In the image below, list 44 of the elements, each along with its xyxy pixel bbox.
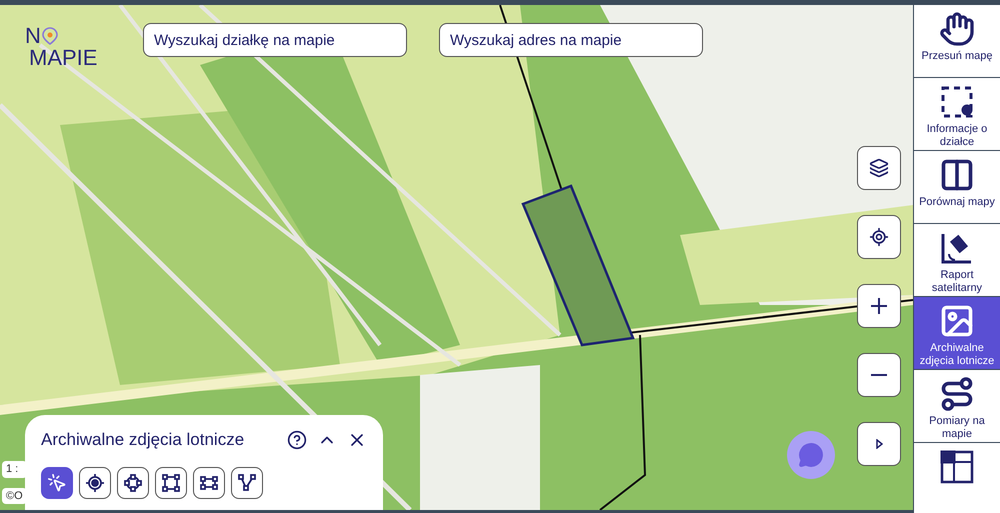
sidebar-tool[interactable]: Pomiary na mapie xyxy=(914,370,1000,442)
logo-text: N xyxy=(25,25,41,47)
tool-button[interactable] xyxy=(193,466,225,498)
circle-nodes-icon xyxy=(123,472,143,492)
expand-button[interactable] xyxy=(857,422,901,466)
polyline-icon xyxy=(237,472,257,492)
target-icon xyxy=(85,472,105,492)
compare-columns-icon xyxy=(939,157,975,193)
image-stack-icon xyxy=(939,303,975,339)
sidebar-tool[interactable]: Porównaj mapy xyxy=(914,151,1000,223)
panel-title: Archiwalne zdjęcia lotnicze xyxy=(41,429,246,451)
tool-button[interactable] xyxy=(155,466,187,498)
two-pins-route-icon xyxy=(939,376,975,412)
layers-icon xyxy=(869,158,889,178)
sidebar-tool[interactable]: Archiwalne zdjęcia lotnicze xyxy=(914,297,1000,369)
cursor-click-icon xyxy=(47,472,67,492)
sidebar-tool[interactable]: Raport satelitarny xyxy=(914,224,1000,296)
plus-icon xyxy=(871,298,887,314)
tool-button[interactable] xyxy=(79,466,111,498)
locate-button[interactable] xyxy=(857,215,901,259)
search-field[interactable]: Wyszukaj adres na mapie xyxy=(439,23,703,57)
tool-button[interactable] xyxy=(231,466,263,498)
triangle-right-icon xyxy=(876,439,882,449)
map-sheet-icon xyxy=(939,449,975,485)
square-nodes-icon xyxy=(161,472,181,492)
help-icon xyxy=(287,430,307,450)
sidebar-tool[interactable] xyxy=(914,443,1000,513)
sidebar-tool[interactable]: Informacje o działce xyxy=(914,78,1000,150)
tool-button[interactable] xyxy=(41,466,73,498)
search-field[interactable]: Wyszukaj działkę na mapie xyxy=(143,23,407,57)
tool-button[interactable] xyxy=(117,466,149,498)
minus-icon xyxy=(871,374,887,376)
layers-button[interactable] xyxy=(857,146,901,190)
sidebar-tool[interactable]: Przesuń mapę xyxy=(914,5,1000,77)
chat-bubble-icon xyxy=(798,442,824,468)
hand-icon xyxy=(939,11,975,47)
help-button[interactable] xyxy=(287,430,307,450)
scale-label: 1 : xyxy=(2,461,27,478)
zoom-out-button[interactable] xyxy=(857,353,901,397)
locate-icon xyxy=(869,227,889,247)
logo-text: MAPIE xyxy=(29,47,98,69)
pin-icon xyxy=(42,27,58,45)
dashed-square-pin-icon xyxy=(939,84,975,120)
zoom-in-button[interactable] xyxy=(857,284,901,328)
